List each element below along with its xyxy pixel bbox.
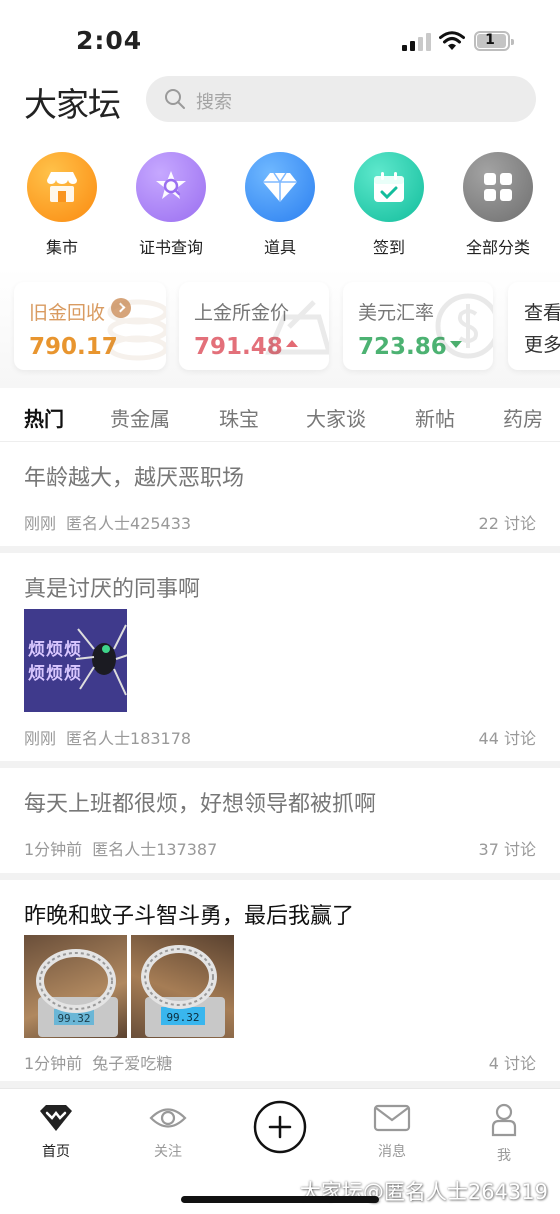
feed-tabs: 热门 贵金属 珠宝 大家谈 新帖 药房 [0,388,560,442]
post-time: 刚刚 [24,729,57,748]
wifi-icon [439,31,465,50]
post-author: 匿名人士137387 [92,840,218,859]
post-meta: 刚刚 匿名人士425433 [24,510,191,534]
spider-illustration [76,624,127,696]
card-title: 查看 [524,302,560,324]
search-input[interactable]: 搜索 [146,76,536,122]
category-label: 集市 [45,238,78,257]
post-meta: 1分钟前 匿名人士137387 [24,836,217,860]
eye-icon [149,1108,187,1128]
post-image[interactable]: 烦烦烦 烦烦烦 [24,609,127,712]
dollar-coin-icon [435,293,493,359]
nav-me[interactable]: 我 [464,1103,544,1165]
nav-follow[interactable]: 关注 [128,1103,208,1161]
post-comment-count: 22 讨论 [478,514,536,533]
post-author: 兔子爱吃糖 [92,1054,173,1073]
home-gem-icon [40,1105,72,1131]
nav-label: 关注 [154,1144,182,1160]
nav-messages[interactable]: 消息 [352,1103,432,1161]
search-placeholder: 搜索 [196,92,232,113]
home-indicator[interactable] [181,1196,379,1203]
card-usd-rate[interactable]: 美元汇率 723.86 [343,282,493,370]
search-icon [165,89,185,109]
card-sge-gold-price[interactable]: 上金所金价 791.48 [179,282,329,370]
store-icon [27,152,97,222]
nav-label: 首页 [42,1144,70,1160]
post-comment-count: 37 讨论 [478,840,536,859]
post-author: 匿名人士425433 [66,514,192,533]
card-gold-recycle[interactable]: 旧金回收 790.17 [14,282,166,370]
status-time: 2:04 [76,26,143,55]
post-comment-count: 44 讨论 [478,729,536,748]
bracelet-on-scale-photo: 99.32 [36,949,118,1037]
grid-icon [463,152,533,222]
category-label: 全部分类 [465,238,530,257]
post-item[interactable]: 年龄越大，越厌恶职场 刚刚 匿名人士425433 22 讨论 [0,442,560,553]
image-text: 烦烦烦 [28,640,82,660]
battery-level: 1 [485,32,495,48]
battery-icon: 1 [474,31,514,51]
tab-pharmacy[interactable]: 药房 [503,403,543,432]
scale-reading: 99.32 [57,1012,90,1025]
post-item[interactable]: 昨晚和蚊子斗智斗勇，最后我赢了 99.32 99.32 1分钟前 兔子爱吃糖 4 … [0,880,560,1088]
nav-label: 我 [497,1148,511,1164]
profile-icon [491,1103,517,1137]
post-time: 1分钟前 [24,1054,83,1073]
post-comment-count: 4 讨论 [488,1054,536,1073]
category-props[interactable]: 道具 [230,152,330,258]
image-text: 烦烦烦 [28,664,82,684]
add-post-icon [253,1100,307,1154]
category-label: 证书查询 [138,238,203,257]
certificate-search-icon [136,152,206,222]
post-meta: 1分钟前 兔子爱吃糖 [24,1050,172,1074]
mail-icon [373,1104,411,1132]
scale-reading: 99.32 [166,1011,199,1024]
category-row: 集市 证书查询 道具 签到 全部分类 [0,152,560,262]
tab-new-posts[interactable]: 新帖 [415,403,455,432]
nav-add-post[interactable] [240,1099,320,1159]
post-item[interactable]: 每天上班都很烦，好想领导都被抓啊 1分钟前 匿名人士137387 37 讨论 [0,768,560,880]
tab-discussion[interactable]: 大家谈 [306,403,366,432]
category-all[interactable]: 全部分类 [448,152,548,258]
nav-label: 消息 [378,1144,406,1160]
status-bar: 2:04 1 [0,0,560,70]
tab-jewelry[interactable]: 珠宝 [219,403,259,432]
tab-hot[interactable]: 热门 [24,403,64,432]
card-view-more[interactable]: 查看 更多 [508,282,560,370]
signal-icon [402,33,432,51]
category-label: 签到 [372,238,405,257]
post-author: 匿名人士183178 [66,729,192,748]
price-cards: 旧金回收 790.17 上金所金价 791.48 美元汇率 723.86 查看 … [0,268,560,388]
calendar-check-icon [354,152,424,222]
post-image[interactable]: 99.32 [24,935,127,1038]
app-logo: 大家坛 [24,85,121,124]
post-title: 真是讨厌的同事啊 [24,577,201,602]
diamond-icon [245,152,315,222]
post-image[interactable]: 99.32 [131,935,234,1038]
category-checkin[interactable]: 签到 [339,152,439,258]
category-label: 道具 [263,238,296,257]
card-title-line2: 更多 [524,334,560,356]
post-time: 刚刚 [24,514,57,533]
post-meta: 刚刚 匿名人士183178 [24,725,191,749]
bracelet-on-scale-photo: 99.32 [141,945,225,1037]
nav-home[interactable]: 首页 [16,1103,96,1161]
category-certificate-query[interactable]: 证书查询 [121,152,221,258]
post-item[interactable]: 真是讨厌的同事啊 烦烦烦 烦烦烦 刚刚 匿名人士183178 44 讨论 [0,553,560,768]
tab-precious-metal[interactable]: 贵金属 [110,403,170,432]
post-title: 年龄越大，越厌恶职场 [24,466,245,491]
post-time: 1分钟前 [24,840,83,859]
post-title: 每天上班都很烦，好想领导都被抓啊 [24,792,377,817]
category-market[interactable]: 集市 [12,152,112,258]
gold-bar-icon [265,300,329,355]
coins-icon [107,299,166,361]
card-title-text: 旧金回收 [29,302,106,324]
post-title: 昨晚和蚊子斗智斗勇，最后我赢了 [24,904,355,929]
